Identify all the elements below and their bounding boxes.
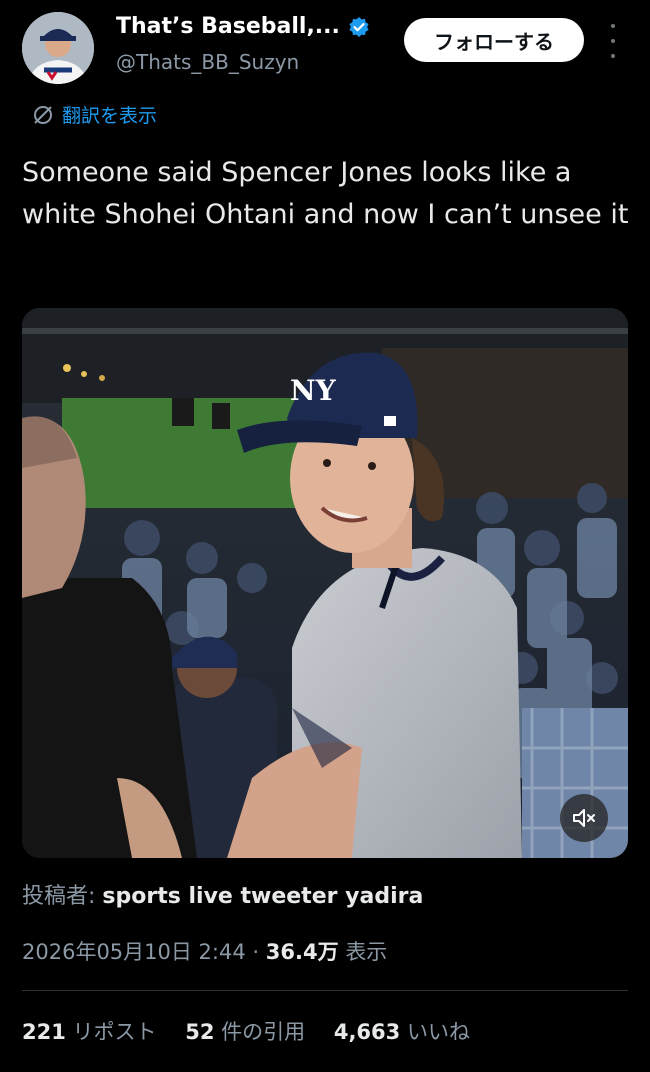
translate-link[interactable]: 翻訳を表示 bbox=[32, 101, 157, 128]
volume-muted-icon[interactable] bbox=[560, 794, 608, 842]
follow-button[interactable]: フォローする bbox=[404, 18, 584, 62]
attribution-source[interactable]: sports live tweeter yadira bbox=[102, 884, 423, 909]
like-count[interactable]: 4,663 bbox=[334, 1020, 400, 1044]
video-thumbnail: NY bbox=[22, 308, 628, 858]
repost-count[interactable]: 221 bbox=[22, 1020, 66, 1044]
author-handle[interactable]: @Thats_BB_Suzyn bbox=[116, 50, 299, 74]
view-count: 36.4万 bbox=[265, 940, 339, 964]
timestamp[interactable]: 2026年05月10日 2:44 bbox=[22, 940, 246, 964]
avatar-image bbox=[22, 12, 94, 84]
more-vertical-icon[interactable] bbox=[600, 24, 626, 58]
meta-separator: · bbox=[252, 940, 260, 964]
tweet-meta: 2026年05月10日 2:44 · 36.4万 表示 bbox=[22, 936, 387, 966]
like-label[interactable]: いいね bbox=[407, 1020, 470, 1044]
quote-label[interactable]: 件の引用 bbox=[221, 1020, 305, 1044]
verified-badge-icon bbox=[349, 16, 369, 37]
tweet-text: Someone said Spencer Jones looks like a … bbox=[22, 157, 629, 230]
engagement-stats: 221 リポスト 52 件の引用 4,663 いいね bbox=[22, 1016, 492, 1046]
tweet-media[interactable]: NY bbox=[22, 308, 628, 858]
globe-icon bbox=[34, 105, 52, 124]
quote-count[interactable]: 52 bbox=[185, 1020, 214, 1044]
speaker-muted-icon bbox=[573, 809, 595, 827]
repost-label[interactable]: リポスト bbox=[73, 1020, 157, 1044]
media-attribution: 投稿者: sports live tweeter yadira bbox=[22, 878, 423, 910]
divider bbox=[22, 990, 628, 991]
author-avatar[interactable] bbox=[22, 12, 94, 84]
attribution-label: 投稿者: bbox=[22, 884, 96, 909]
view-count-label: 表示 bbox=[345, 940, 388, 964]
tweet-header: That’s Baseball,... @Thats_BB_Suzyn フォロー… bbox=[0, 0, 650, 96]
cap-logo: NY bbox=[290, 374, 337, 407]
author-display-name[interactable]: That’s Baseball,... bbox=[116, 14, 340, 39]
translate-label: 翻訳を表示 bbox=[62, 105, 158, 127]
